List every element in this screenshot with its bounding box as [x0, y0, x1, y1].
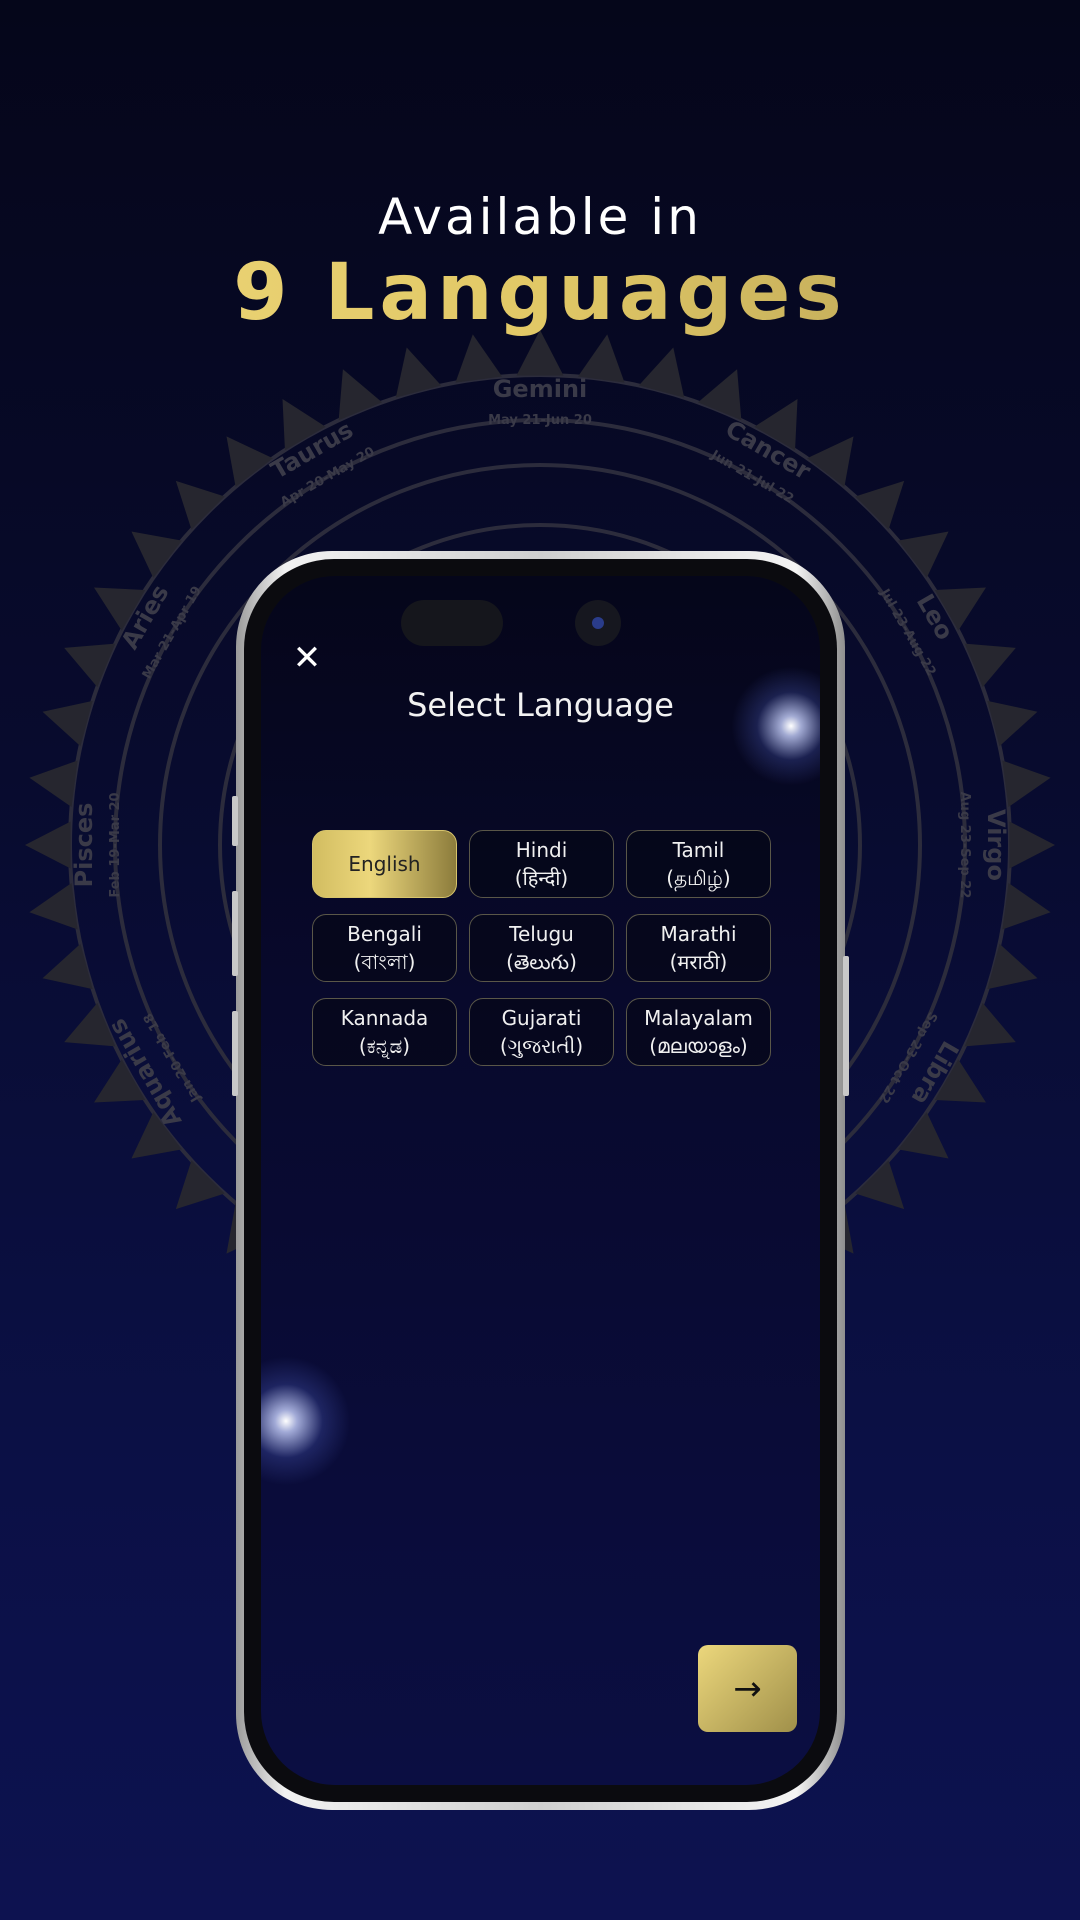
- language-name: Kannada: [340, 1006, 429, 1030]
- zodiac-name: Virgo: [982, 809, 1010, 881]
- language-name: Malayalam: [644, 1006, 753, 1030]
- language-option-telugu[interactable]: Telugu (తెలుగు): [469, 914, 614, 982]
- language-name: Marathi: [660, 922, 737, 946]
- language-native-name: (हिन्दी): [514, 866, 569, 890]
- language-grid: English Hindi (हिन्दी) Tamil (தமிழ்) Bengali (…: [312, 830, 771, 1066]
- zodiac-dates: May 21-Jun 20: [488, 413, 592, 428]
- screen-title: Select Language: [407, 686, 674, 724]
- language-option-tamil[interactable]: Tamil (தமிழ்): [626, 830, 771, 898]
- language-option-bengali[interactable]: Bengali (বাংলা): [312, 914, 457, 982]
- app-screen: ✕ Select Language English Hindi (हिन्दी) Ta…: [261, 576, 820, 1785]
- language-name: Gujarati: [501, 1006, 582, 1030]
- zodiac-name: Pisces: [70, 802, 98, 888]
- close-icon[interactable]: ✕: [291, 641, 323, 675]
- language-name: English: [348, 852, 421, 876]
- language-native-name: (தமிழ்): [666, 866, 731, 890]
- language-native-name: (ಕನ್ನಡ): [358, 1034, 411, 1058]
- language-option-english[interactable]: English: [312, 830, 457, 898]
- language-option-marathi[interactable]: Marathi (मराठी): [626, 914, 771, 982]
- camera-icon: [575, 600, 621, 646]
- zodiac-dates: Aug 23-Sep 22: [957, 791, 972, 899]
- promo-title: 9 Languages: [0, 248, 1080, 338]
- language-native-name: (తెలుగు): [506, 950, 577, 974]
- language-option-malayalam[interactable]: Malayalam (മലയാളം): [626, 998, 771, 1066]
- phone-side-button: [843, 956, 849, 1096]
- language-option-gujarati[interactable]: Gujarati (ગુજરાતી): [469, 998, 614, 1066]
- phone-mockup: ✕ Select Language English Hindi (हिन्दी) Ta…: [232, 551, 849, 1810]
- language-option-kannada[interactable]: Kannada (ಕನ್ನಡ): [312, 998, 457, 1066]
- arrow-right-icon: →: [733, 1668, 762, 1709]
- phone-side-button: [232, 796, 238, 846]
- language-name: Tamil: [672, 838, 725, 862]
- language-native-name: (বাংলা): [353, 950, 416, 974]
- sparkle-icon: [261, 1356, 351, 1486]
- wheel-spike: [25, 821, 71, 869]
- language-option-hindi[interactable]: Hindi (हिन्दी): [469, 830, 614, 898]
- zodiac-dates: Feb 19-Mar 20: [108, 792, 123, 898]
- dynamic-island: [401, 600, 503, 646]
- language-name: Bengali: [347, 922, 422, 946]
- wheel-spike: [1009, 821, 1055, 869]
- sparkle-icon: [731, 666, 820, 786]
- promo-subtitle: Available in: [378, 188, 702, 246]
- language-native-name: (ગુજરાતી): [499, 1034, 584, 1058]
- zodiac-name: Gemini: [492, 375, 588, 403]
- language-native-name: (മലയാളം): [649, 1034, 748, 1058]
- language-native-name: (मराठी): [669, 950, 728, 974]
- language-name: Hindi: [515, 838, 568, 862]
- next-button[interactable]: →: [698, 1645, 797, 1732]
- language-name: Telugu: [509, 922, 574, 946]
- phone-side-button: [232, 891, 238, 976]
- phone-side-button: [232, 1011, 238, 1096]
